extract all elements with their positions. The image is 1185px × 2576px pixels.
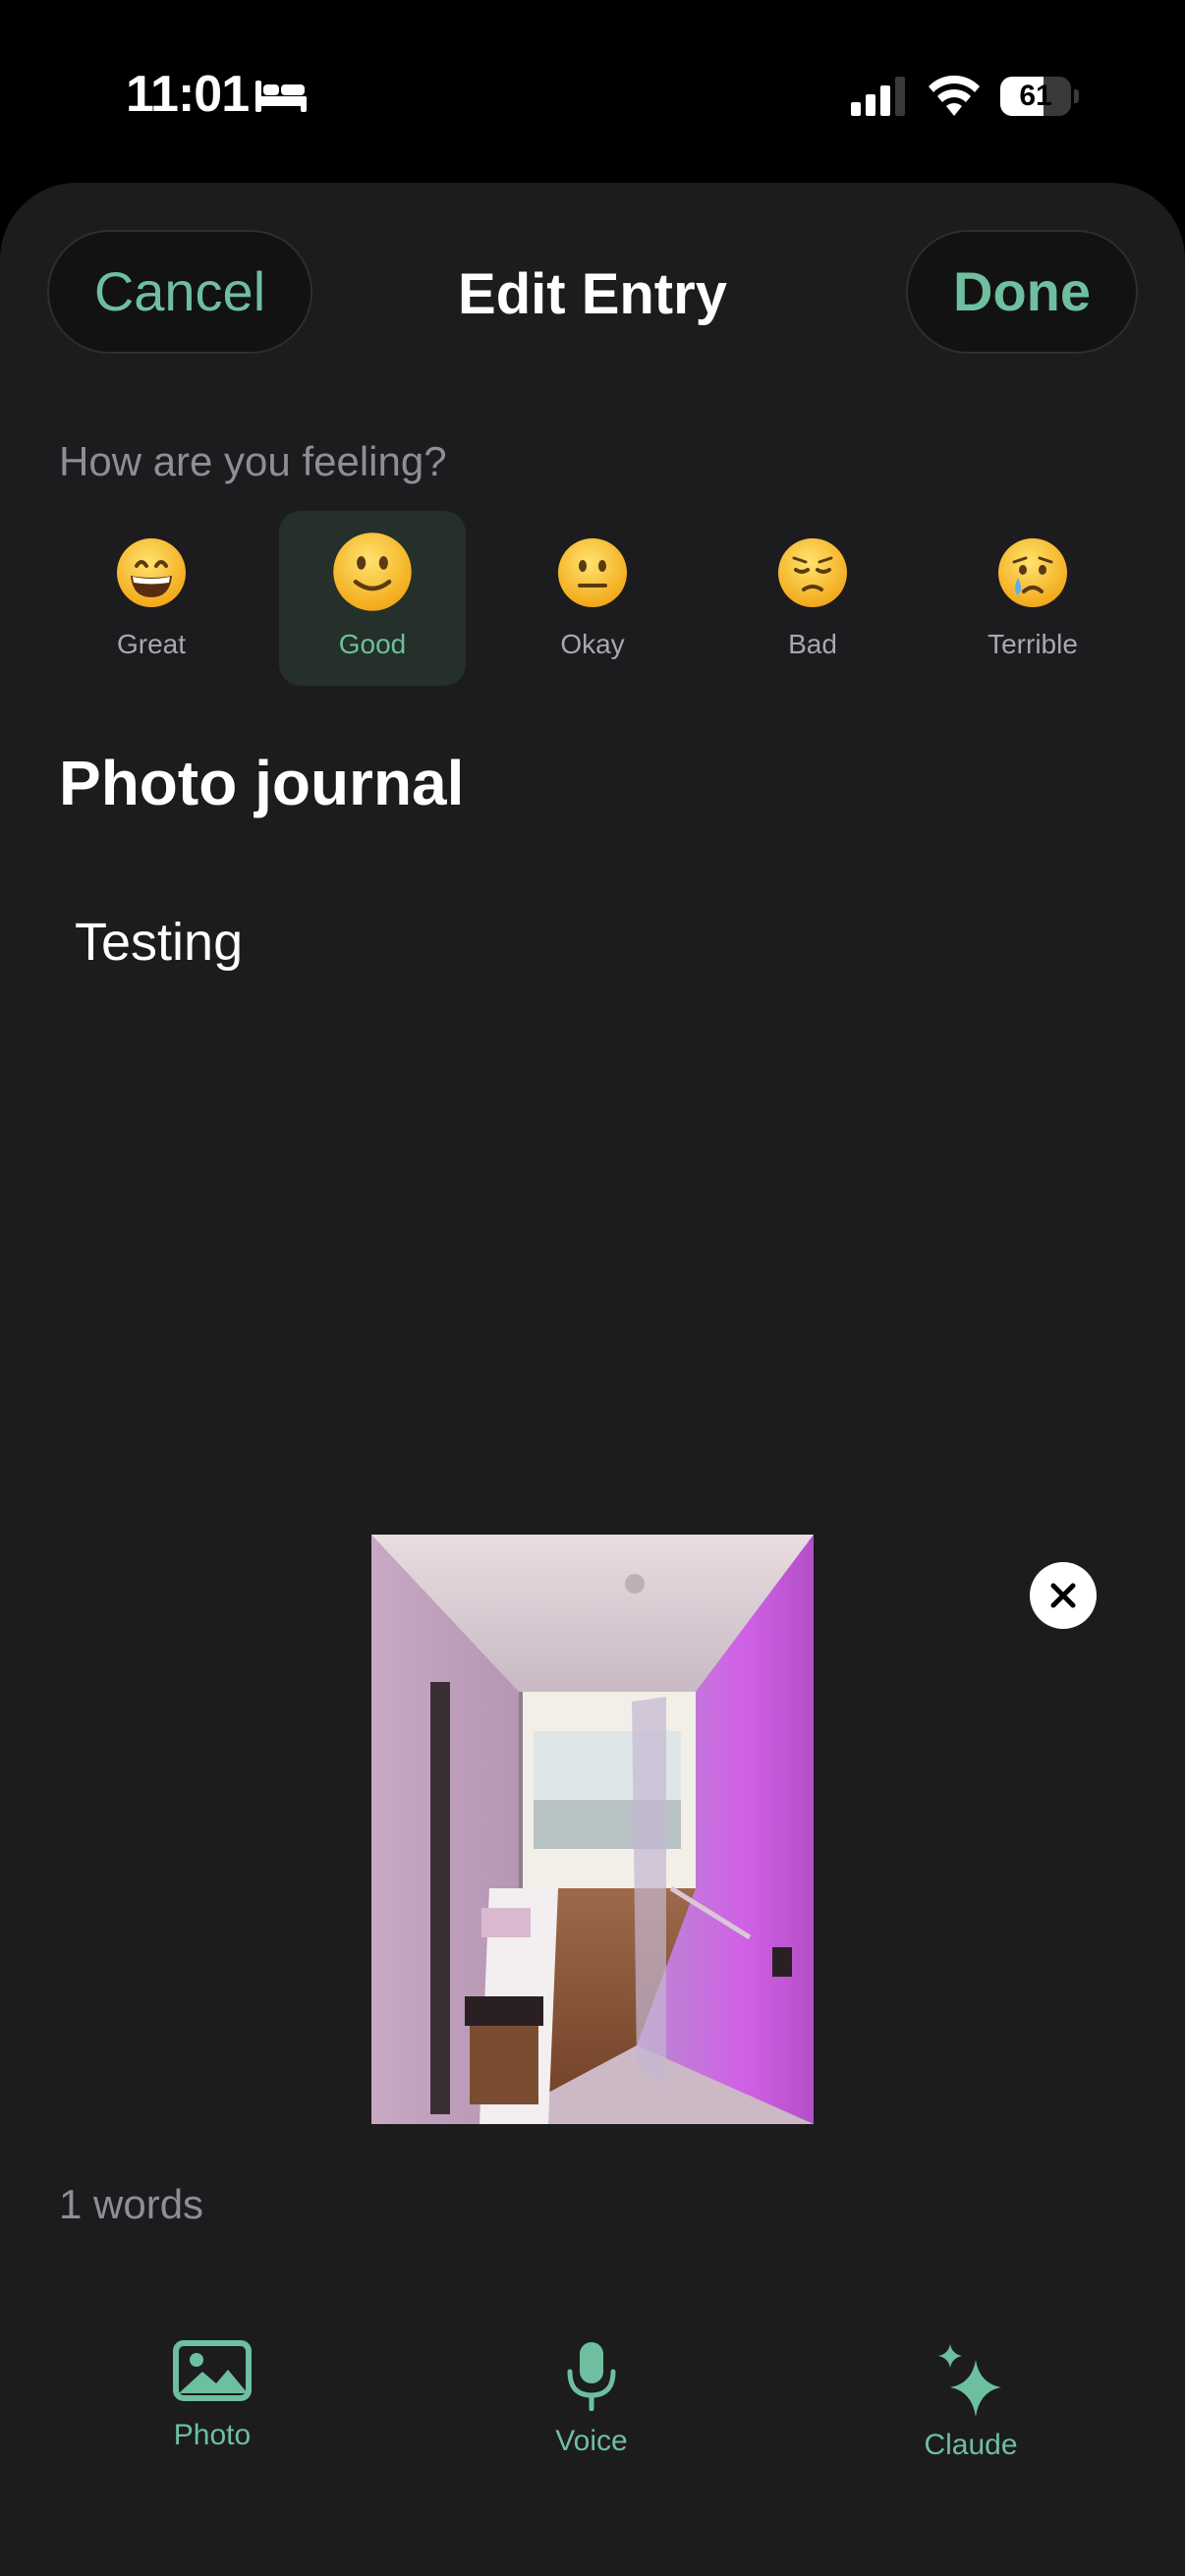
status-time: 11:01 (126, 66, 250, 123)
crying-face-emoji-icon (998, 538, 1067, 607)
cellular-signal-icon (851, 77, 905, 116)
battery-indicator: 61 (1000, 77, 1079, 116)
voice-button[interactable]: Voice (517, 2340, 666, 2462)
done-button[interactable]: Done (906, 230, 1138, 354)
add-photo-button[interactable]: Photo (138, 2340, 287, 2458)
photo-label: Photo (173, 2419, 252, 2451)
pensive-face-emoji-icon (778, 538, 847, 607)
battery-cap (1074, 89, 1079, 103)
entry-body-text[interactable]: Testing (75, 912, 243, 973)
mood-option-terrible[interactable]: Terrible (939, 511, 1126, 686)
close-icon (1050, 1583, 1076, 1608)
mood-label: Great (116, 629, 187, 659)
bed-icon (255, 81, 307, 112)
sparkles-icon (938, 2344, 1001, 2417)
wifi-icon (929, 75, 980, 116)
slightly-smiling-face-emoji-icon (333, 532, 412, 611)
neutral-face-emoji-icon (558, 538, 627, 607)
attached-photo[interactable] (371, 1535, 814, 2124)
photo-icon (173, 2340, 252, 2401)
mood-label: Terrible (988, 629, 1078, 659)
battery-body: 61 (1000, 77, 1071, 116)
claude-button[interactable]: Claude (896, 2340, 1045, 2466)
battery-percent: 61 (1019, 80, 1052, 112)
mood-option-good[interactable]: Good (279, 511, 466, 686)
grinning-face-emoji-icon (117, 538, 186, 607)
status-bar: 11:01 61 (0, 0, 1185, 187)
mood-label: Okay (560, 629, 625, 659)
microphone-icon (567, 2342, 616, 2411)
remove-photo-button[interactable] (1030, 1562, 1097, 1629)
claude-label: Claude (924, 2429, 1018, 2461)
mood-option-great[interactable]: Great (58, 511, 245, 686)
voice-label: Voice (555, 2425, 628, 2457)
mood-option-okay[interactable]: Okay (499, 511, 686, 686)
mood-question: How are you feeling? (59, 438, 447, 484)
edit-entry-sheet: Cancel Edit Entry Done How are you feeli… (0, 183, 1185, 2576)
mood-label: Good (338, 629, 407, 659)
entry-title[interactable]: Photo journal (59, 747, 464, 819)
word-count: 1 words (59, 2181, 204, 2227)
mood-option-bad[interactable]: Bad (719, 511, 906, 686)
mood-label: Bad (788, 629, 837, 659)
